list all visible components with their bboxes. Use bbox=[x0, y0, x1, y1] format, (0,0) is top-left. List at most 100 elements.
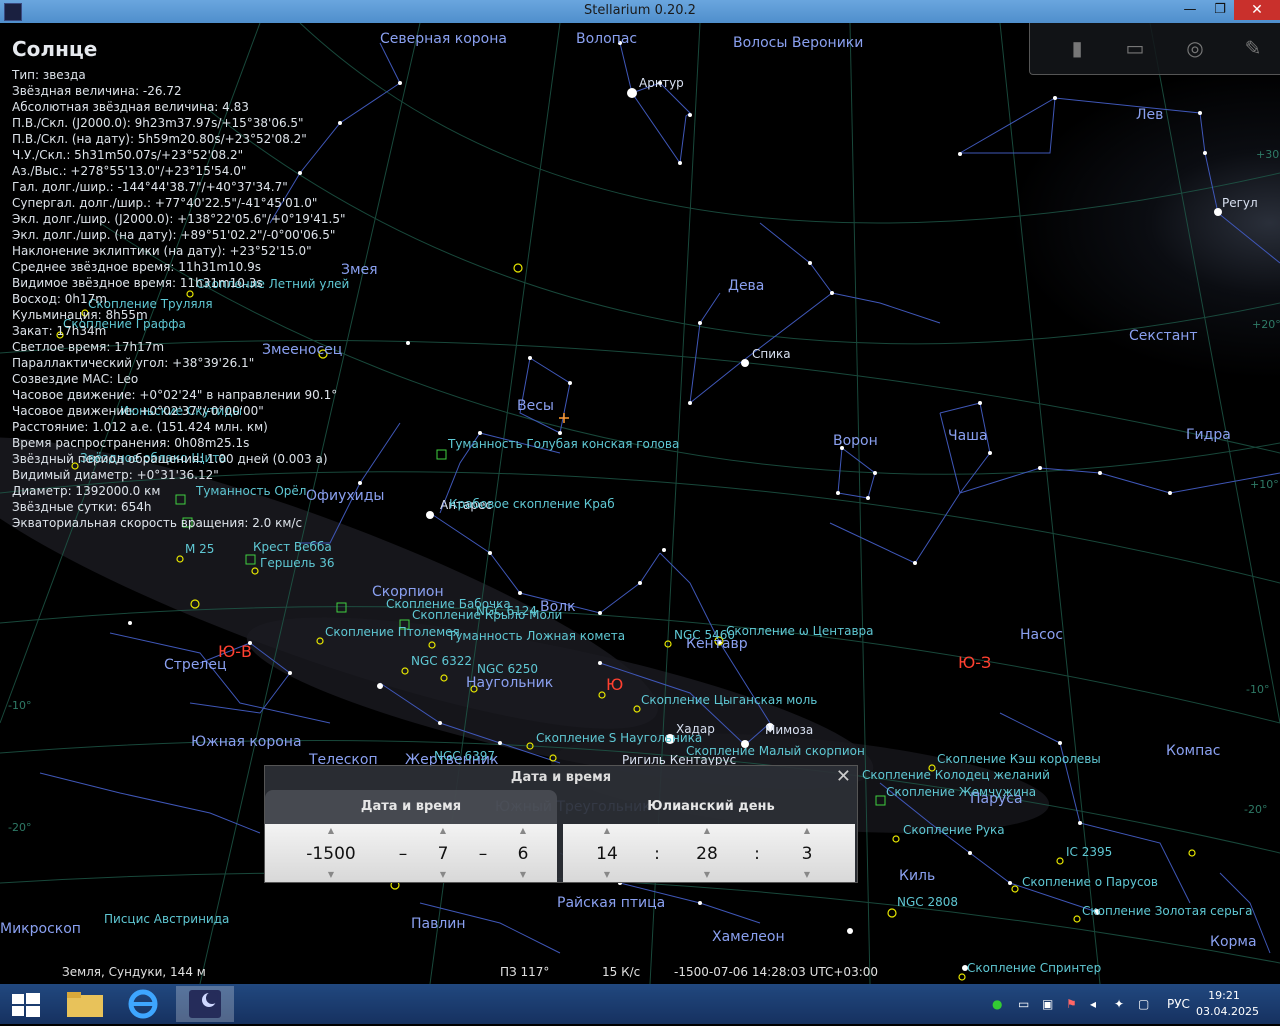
deep-sky-object-label[interactable]: NGC 2808 bbox=[897, 895, 958, 909]
flag-tray-icon[interactable]: ⚑ bbox=[1066, 997, 1077, 1011]
grid-coordinate-label[interactable]: +30° bbox=[1256, 148, 1280, 161]
deep-sky-object-label[interactable]: Скопление S Наугольника bbox=[536, 731, 702, 745]
deep-sky-object-label[interactable]: Скопление Рука bbox=[903, 823, 1005, 837]
day-down-arrow-icon[interactable]: ▼ bbox=[513, 870, 533, 879]
deep-sky-object-label[interactable]: Гершель 36 bbox=[260, 556, 335, 570]
tab-julian-day[interactable]: Юлианский день bbox=[565, 790, 857, 824]
grid-coordinate-label[interactable]: -20° bbox=[8, 821, 31, 834]
constellation-label[interactable]: Волосы Вероники bbox=[733, 35, 863, 51]
screen-icon[interactable]: ▭ bbox=[1122, 35, 1148, 61]
deep-sky-object-label[interactable]: Скопление о Парусов bbox=[1022, 875, 1158, 889]
file-explorer-button[interactable] bbox=[58, 986, 112, 1022]
day-field[interactable]: 6 bbox=[511, 844, 535, 864]
constellation-label[interactable]: Насос bbox=[1020, 627, 1063, 643]
constellation-label[interactable]: Корма bbox=[1210, 934, 1257, 950]
target-icon[interactable]: ◎ bbox=[1182, 35, 1208, 61]
constellation-label[interactable]: Дева bbox=[728, 278, 764, 294]
network-tray-icon[interactable]: ● bbox=[992, 997, 1002, 1011]
grid-coordinate-label[interactable]: -10° bbox=[1246, 683, 1269, 696]
constellation-label[interactable]: Змея bbox=[341, 262, 378, 278]
volume-tray-icon[interactable]: ◂ bbox=[1090, 997, 1096, 1011]
year-field[interactable]: -1500 bbox=[301, 844, 361, 864]
year-down-arrow-icon[interactable]: ▼ bbox=[321, 870, 341, 879]
constellation-label[interactable]: Волопас bbox=[576, 31, 637, 47]
deep-sky-object-label[interactable]: Скопление ω Центавра bbox=[726, 624, 874, 638]
month-down-arrow-icon[interactable]: ▼ bbox=[433, 870, 453, 879]
deep-sky-object-label[interactable]: Крест Вебба bbox=[253, 540, 332, 554]
taskbar-clock[interactable]: 19:21 03.04.2025 bbox=[1196, 988, 1259, 1020]
star-label[interactable]: Спика bbox=[752, 347, 791, 361]
hour-field[interactable]: 14 bbox=[591, 844, 623, 864]
deep-sky-object-label[interactable]: Скопление Колодец желаний bbox=[862, 768, 1050, 782]
deep-sky-object-label[interactable]: Писцис Австринидa bbox=[104, 912, 229, 926]
month-up-arrow-icon[interactable]: ▲ bbox=[433, 826, 453, 835]
deep-sky-object-label[interactable]: Скопление Жемчужина bbox=[886, 785, 1036, 799]
deep-sky-object-label[interactable]: NGC 6322 bbox=[411, 654, 472, 668]
constellation-label[interactable]: Наугольник bbox=[466, 675, 553, 691]
constellation-label[interactable]: Райская птица bbox=[557, 895, 665, 911]
monitor-tray-icon[interactable]: ▢ bbox=[1138, 997, 1149, 1011]
deep-sky-object-label[interactable]: Скопление Птолемея bbox=[325, 625, 460, 639]
language-indicator[interactable]: РУС bbox=[1167, 997, 1190, 1011]
deep-sky-object-label[interactable]: Скопление Цыганская моль bbox=[641, 693, 817, 707]
grid-coordinate-label[interactable]: +20° bbox=[1252, 318, 1280, 331]
constellation-label[interactable]: Микроскоп bbox=[0, 921, 81, 937]
cardinal-direction-label[interactable]: Ю-В bbox=[218, 642, 252, 661]
star-label[interactable]: Арктур bbox=[639, 76, 684, 90]
drive-tray-icon[interactable]: ▭ bbox=[1018, 997, 1029, 1011]
constellation-label[interactable]: Ворон bbox=[833, 433, 878, 449]
grid-coordinate-label[interactable]: -20° bbox=[1244, 803, 1267, 816]
constellation-label[interactable]: Компас bbox=[1166, 743, 1221, 759]
stellarium-taskbar-button[interactable] bbox=[176, 986, 234, 1022]
month-field[interactable]: 7 bbox=[431, 844, 455, 864]
hour-up-arrow-icon[interactable]: ▲ bbox=[597, 826, 617, 835]
minute-field[interactable]: 28 bbox=[691, 844, 723, 864]
constellation-label[interactable]: Гидра bbox=[1186, 427, 1231, 443]
constellation-label[interactable]: Хамелеон bbox=[712, 929, 785, 945]
constellation-label[interactable]: Весы bbox=[517, 398, 554, 414]
deep-sky-object-label[interactable]: NGC 6397 bbox=[434, 749, 495, 763]
cardinal-direction-label[interactable]: Ю bbox=[606, 675, 623, 694]
close-button[interactable]: ✕ bbox=[1234, 0, 1280, 20]
wrench-icon[interactable]: ✎ bbox=[1240, 35, 1266, 61]
constellation-label[interactable]: Секстант bbox=[1129, 328, 1198, 344]
constellation-label[interactable]: Павлин bbox=[411, 916, 466, 932]
minimize-button[interactable]: — bbox=[1176, 0, 1204, 20]
app-tray-icon[interactable]: ▣ bbox=[1042, 997, 1053, 1011]
start-button[interactable] bbox=[0, 986, 54, 1022]
maximize-button[interactable]: ❐ bbox=[1206, 0, 1234, 20]
deep-sky-object-label[interactable]: Крабовое скопление Краб bbox=[449, 497, 615, 511]
cardinal-direction-label[interactable]: Ю-З bbox=[958, 653, 991, 672]
constellation-label[interactable]: Северная корона bbox=[380, 31, 507, 47]
deep-sky-object-label[interactable]: NGC 6250 bbox=[477, 662, 538, 676]
deep-sky-object-label[interactable]: Туманность Голубая конская голова bbox=[448, 437, 679, 451]
star-label[interactable]: Мимоза bbox=[765, 723, 813, 737]
second-field[interactable]: 3 bbox=[791, 844, 823, 864]
day-up-arrow-icon[interactable]: ▲ bbox=[513, 826, 533, 835]
constellation-label[interactable]: Киль bbox=[899, 868, 935, 884]
grid-coordinate-label[interactable]: -10° bbox=[8, 699, 31, 712]
minute-up-arrow-icon[interactable]: ▲ bbox=[697, 826, 717, 835]
tab-date-time[interactable]: Дата и время bbox=[265, 790, 557, 824]
constellation-label[interactable]: Лев bbox=[1136, 107, 1163, 123]
trash-can-icon[interactable]: ▮ bbox=[1064, 35, 1090, 61]
deep-sky-object-label[interactable]: Скопление Крыло Моли bbox=[412, 608, 562, 622]
second-up-arrow-icon[interactable]: ▲ bbox=[797, 826, 817, 835]
constellation-label[interactable]: Южная корона bbox=[191, 734, 302, 750]
hour-down-arrow-icon[interactable]: ▼ bbox=[597, 870, 617, 879]
grid-coordinate-label[interactable]: +10° bbox=[1250, 478, 1279, 491]
tools-tray-icon[interactable]: ✦ bbox=[1114, 997, 1124, 1011]
year-up-arrow-icon[interactable]: ▲ bbox=[321, 826, 341, 835]
dialog-close-button[interactable]: ✕ bbox=[836, 766, 851, 787]
deep-sky-object-label[interactable]: Туманность Ложная комета bbox=[448, 629, 625, 643]
internet-explorer-button[interactable] bbox=[116, 986, 170, 1022]
star-label[interactable]: Регул bbox=[1222, 196, 1258, 210]
minute-down-arrow-icon[interactable]: ▼ bbox=[697, 870, 717, 879]
deep-sky-object-label[interactable]: M 25 bbox=[185, 542, 214, 556]
deep-sky-object-label[interactable]: Скопление Кэш королевы bbox=[937, 752, 1101, 766]
deep-sky-object-label[interactable]: Скопление Золотая серьга bbox=[1082, 904, 1252, 918]
deep-sky-object-label[interactable]: Скопление Малый скорпион bbox=[686, 744, 865, 758]
constellation-label[interactable]: Чаша bbox=[948, 428, 988, 444]
sky-view[interactable]: Северная корона Волопас Волосы Вероники Лев… bbox=[0, 23, 1280, 984]
deep-sky-object-label[interactable]: IC 2395 bbox=[1066, 845, 1112, 859]
